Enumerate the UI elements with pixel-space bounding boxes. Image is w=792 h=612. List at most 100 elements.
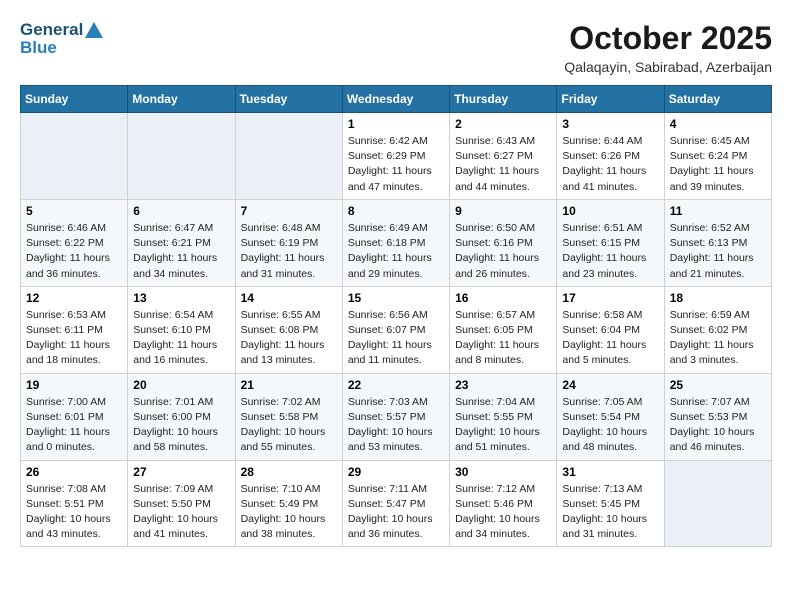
day-info: Sunrise: 6:58 AMSunset: 6:04 PMDaylight:… <box>562 308 658 369</box>
col-header-monday: Monday <box>128 86 235 113</box>
day-info: Sunrise: 6:59 AMSunset: 6:02 PMDaylight:… <box>670 308 766 369</box>
calendar-cell: 11 Sunrise: 6:52 AMSunset: 6:13 PMDayligh… <box>664 199 771 286</box>
day-number: 22 <box>348 378 444 392</box>
calendar-cell <box>664 460 771 547</box>
day-info: Sunrise: 6:53 AMSunset: 6:11 PMDaylight:… <box>26 308 122 369</box>
calendar-cell: 26 Sunrise: 7:08 AMSunset: 5:51 PMDayligh… <box>21 460 128 547</box>
day-info: Sunrise: 7:12 AMSunset: 5:46 PMDaylight:… <box>455 482 551 543</box>
calendar-cell: 30 Sunrise: 7:12 AMSunset: 5:46 PMDayligh… <box>450 460 557 547</box>
day-info: Sunrise: 6:57 AMSunset: 6:05 PMDaylight:… <box>455 308 551 369</box>
day-info: Sunrise: 6:42 AMSunset: 6:29 PMDaylight:… <box>348 134 444 195</box>
logo-general-text: General <box>20 20 83 40</box>
day-number: 18 <box>670 291 766 305</box>
page: General Blue October 2025 Qalaqayin, Sab… <box>0 0 792 557</box>
col-header-tuesday: Tuesday <box>235 86 342 113</box>
calendar-cell: 1 Sunrise: 6:42 AMSunset: 6:29 PMDaylight… <box>342 113 449 200</box>
calendar-cell: 3Sunrise: 6:44 AMSunset: 6:26 PMDaylight… <box>557 113 664 200</box>
day-info: Sunrise: 6:56 AMSunset: 6:07 PMDaylight:… <box>348 308 444 369</box>
day-info: Sunrise: 6:49 AMSunset: 6:18 PMDaylight:… <box>348 221 444 282</box>
calendar-cell: 28Sunrise: 7:10 AMSunset: 5:49 PMDayligh… <box>235 460 342 547</box>
day-info: Sunrise: 7:07 AMSunset: 5:53 PMDaylight:… <box>670 395 766 456</box>
calendar-week-row: 12 Sunrise: 6:53 AMSunset: 6:11 PMDayligh… <box>21 286 772 373</box>
calendar-cell: 2 Sunrise: 6:43 AMSunset: 6:27 PMDaylight… <box>450 113 557 200</box>
day-number: 19 <box>26 378 122 392</box>
calendar-table: SundayMondayTuesdayWednesdayThursdayFrid… <box>20 85 772 547</box>
calendar-cell: 6 Sunrise: 6:47 AMSunset: 6:21 PMDaylight… <box>128 199 235 286</box>
day-info: Sunrise: 7:00 AMSunset: 6:01 PMDaylight:… <box>26 395 122 456</box>
calendar-week-row: 26 Sunrise: 7:08 AMSunset: 5:51 PMDayligh… <box>21 460 772 547</box>
day-number: 25 <box>670 378 766 392</box>
day-number: 17 <box>562 291 658 305</box>
logo: General Blue <box>20 20 103 58</box>
day-info: Sunrise: 6:45 AMSunset: 6:24 PMDaylight:… <box>670 134 766 195</box>
day-info: Sunrise: 7:03 AMSunset: 5:57 PMDaylight:… <box>348 395 444 456</box>
day-number: 15 <box>348 291 444 305</box>
day-info: Sunrise: 6:43 AMSunset: 6:27 PMDaylight:… <box>455 134 551 195</box>
day-info: Sunrise: 6:47 AMSunset: 6:21 PMDaylight:… <box>133 221 229 282</box>
day-number: 10 <box>562 204 658 218</box>
day-info: Sunrise: 7:11 AMSunset: 5:47 PMDaylight:… <box>348 482 444 543</box>
day-info: Sunrise: 7:02 AMSunset: 5:58 PMDaylight:… <box>241 395 337 456</box>
day-info: Sunrise: 7:09 AMSunset: 5:50 PMDaylight:… <box>133 482 229 543</box>
logo-blue-text: Blue <box>20 38 103 58</box>
day-number: 23 <box>455 378 551 392</box>
location: Qalaqayin, Sabirabad, Azerbaijan <box>564 59 772 75</box>
day-number: 13 <box>133 291 229 305</box>
day-number: 5 <box>26 204 122 218</box>
calendar-cell: 16 Sunrise: 6:57 AMSunset: 6:05 PMDayligh… <box>450 286 557 373</box>
day-info: Sunrise: 7:10 AMSunset: 5:49 PMDaylight:… <box>241 482 337 543</box>
day-number: 12 <box>26 291 122 305</box>
day-number: 16 <box>455 291 551 305</box>
month-title: October 2025 <box>564 20 772 57</box>
calendar-cell <box>21 113 128 200</box>
day-number: 20 <box>133 378 229 392</box>
day-number: 1 <box>348 117 444 131</box>
calendar-week-row: 1 Sunrise: 6:42 AMSunset: 6:29 PMDaylight… <box>21 113 772 200</box>
col-header-thursday: Thursday <box>450 86 557 113</box>
day-info: Sunrise: 6:48 AMSunset: 6:19 PMDaylight:… <box>241 221 337 282</box>
day-number: 11 <box>670 204 766 218</box>
day-number: 21 <box>241 378 337 392</box>
day-number: 8 <box>348 204 444 218</box>
day-info: Sunrise: 6:46 AMSunset: 6:22 PMDaylight:… <box>26 221 122 282</box>
header: General Blue October 2025 Qalaqayin, Sab… <box>20 20 772 75</box>
day-info: Sunrise: 7:04 AMSunset: 5:55 PMDaylight:… <box>455 395 551 456</box>
calendar-cell <box>235 113 342 200</box>
day-info: Sunrise: 6:54 AMSunset: 6:10 PMDaylight:… <box>133 308 229 369</box>
day-number: 27 <box>133 465 229 479</box>
logo-triangle-icon <box>85 22 103 38</box>
day-number: 7 <box>241 204 337 218</box>
day-info: Sunrise: 6:51 AMSunset: 6:15 PMDaylight:… <box>562 221 658 282</box>
col-header-friday: Friday <box>557 86 664 113</box>
calendar-cell: 12 Sunrise: 6:53 AMSunset: 6:11 PMDayligh… <box>21 286 128 373</box>
day-info: Sunrise: 6:50 AMSunset: 6:16 PMDaylight:… <box>455 221 551 282</box>
calendar-cell: 21 Sunrise: 7:02 AMSunset: 5:58 PMDayligh… <box>235 373 342 460</box>
calendar-week-row: 5 Sunrise: 6:46 AMSunset: 6:22 PMDaylight… <box>21 199 772 286</box>
calendar-cell: 19 Sunrise: 7:00 AMSunset: 6:01 PMDayligh… <box>21 373 128 460</box>
calendar-cell: 14 Sunrise: 6:55 AMSunset: 6:08 PMDayligh… <box>235 286 342 373</box>
col-header-wednesday: Wednesday <box>342 86 449 113</box>
day-info: Sunrise: 7:13 AMSunset: 5:45 PMDaylight:… <box>562 482 658 543</box>
day-number: 30 <box>455 465 551 479</box>
col-header-saturday: Saturday <box>664 86 771 113</box>
calendar-week-row: 19 Sunrise: 7:00 AMSunset: 6:01 PMDayligh… <box>21 373 772 460</box>
day-info: Sunrise: 6:55 AMSunset: 6:08 PMDaylight:… <box>241 308 337 369</box>
day-info: Sunrise: 6:52 AMSunset: 6:13 PMDaylight:… <box>670 221 766 282</box>
day-number: 24 <box>562 378 658 392</box>
day-info: Sunrise: 7:01 AMSunset: 6:00 PMDaylight:… <box>133 395 229 456</box>
day-info: Sunrise: 7:05 AMSunset: 5:54 PMDaylight:… <box>562 395 658 456</box>
day-number: 2 <box>455 117 551 131</box>
day-info: Sunrise: 6:44 AMSunset: 6:26 PMDaylight:… <box>562 134 658 195</box>
day-info: Sunrise: 7:08 AMSunset: 5:51 PMDaylight:… <box>26 482 122 543</box>
day-number: 29 <box>348 465 444 479</box>
calendar-cell: 25 Sunrise: 7:07 AMSunset: 5:53 PMDayligh… <box>664 373 771 460</box>
day-number: 14 <box>241 291 337 305</box>
calendar-cell: 4 Sunrise: 6:45 AMSunset: 6:24 PMDaylight… <box>664 113 771 200</box>
calendar-cell: 15 Sunrise: 6:56 AMSunset: 6:07 PMDayligh… <box>342 286 449 373</box>
day-number: 4 <box>670 117 766 131</box>
calendar-cell: 27 Sunrise: 7:09 AMSunset: 5:50 PMDayligh… <box>128 460 235 547</box>
day-number: 26 <box>26 465 122 479</box>
calendar-cell: 20 Sunrise: 7:01 AMSunset: 6:00 PMDayligh… <box>128 373 235 460</box>
day-number: 6 <box>133 204 229 218</box>
calendar-cell: 10 Sunrise: 6:51 AMSunset: 6:15 PMDayligh… <box>557 199 664 286</box>
